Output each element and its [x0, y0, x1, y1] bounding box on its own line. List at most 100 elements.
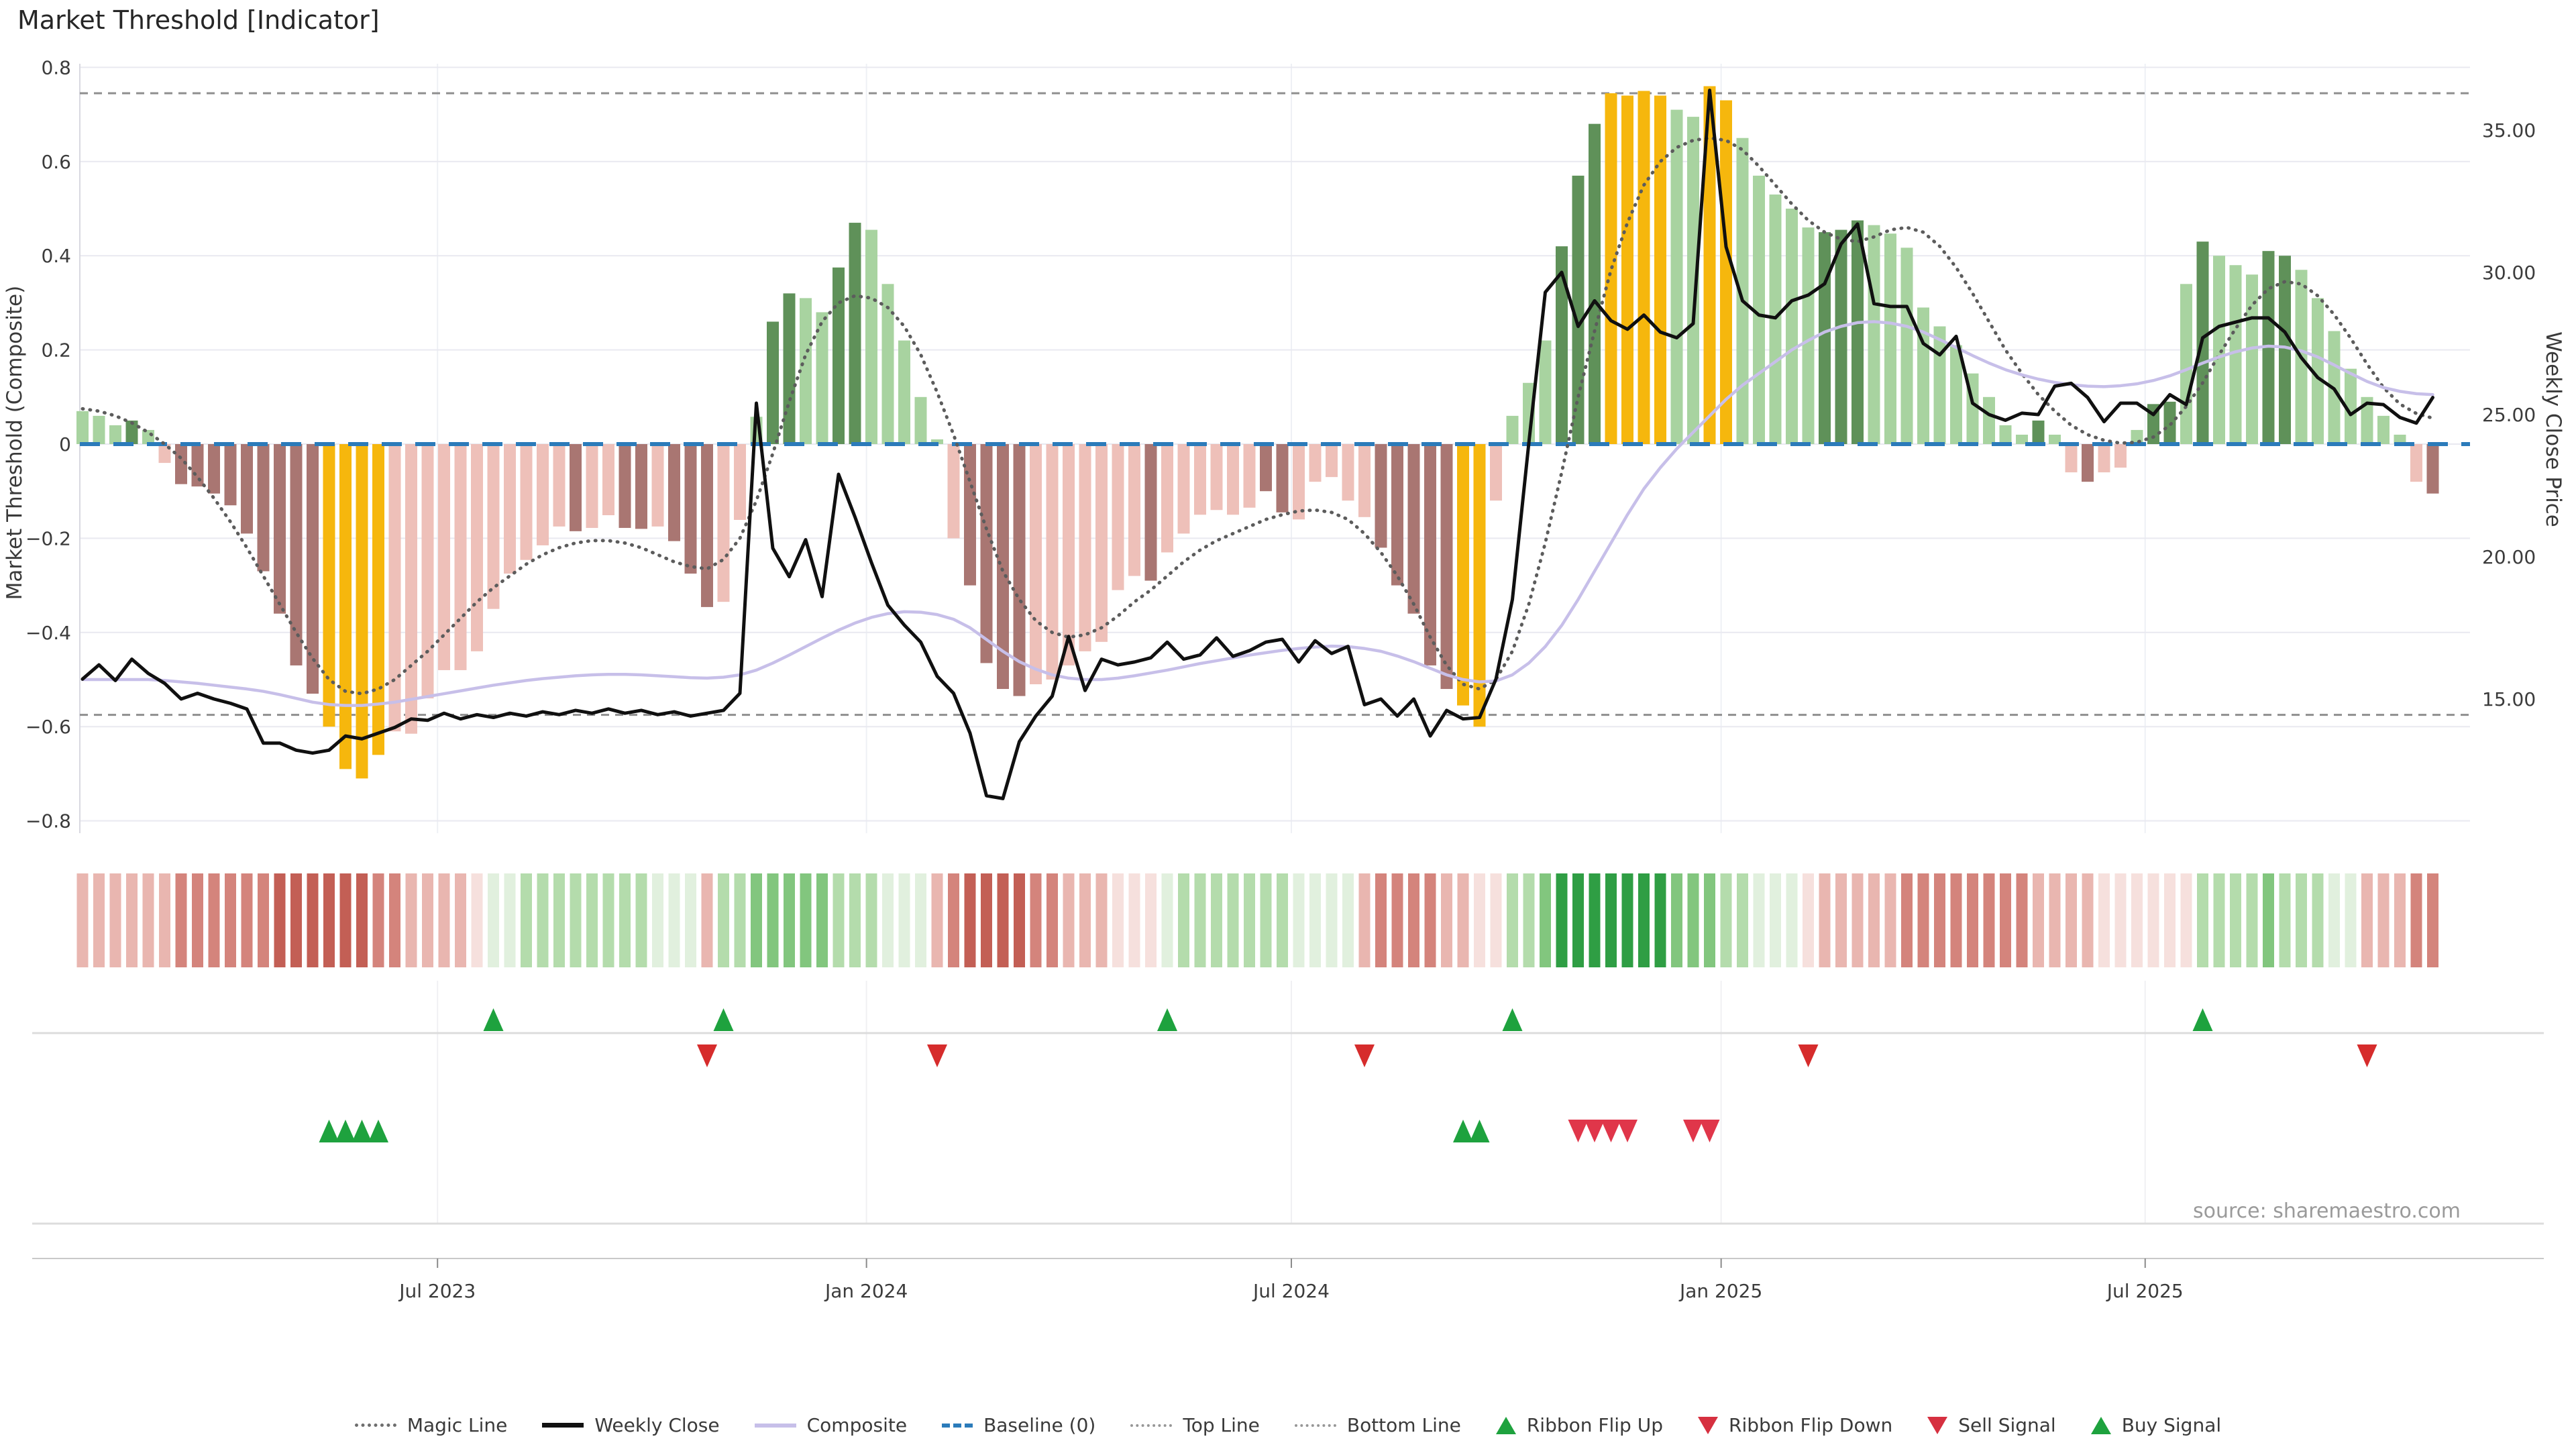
bar-week-48: [865, 229, 877, 444]
ribbon-week-61: [1079, 873, 1091, 967]
ribbon-week-49: [882, 873, 894, 967]
bar-week-28: [537, 444, 549, 545]
ribbon-flip-down-marker: [2357, 1044, 2377, 1067]
bar-week-46: [833, 267, 845, 444]
ribbon-week-121: [2065, 873, 2077, 967]
sell-signal-marker: [1601, 1120, 1621, 1142]
bar-week-100: [1720, 100, 1732, 445]
ribbon-week-104: [1786, 873, 1798, 967]
bar-week-50: [898, 340, 910, 444]
bar-week-94: [1621, 95, 1633, 444]
triangle-down-icon: [1698, 1416, 1718, 1434]
left-tick-label: −0.6: [25, 716, 71, 738]
legend-item-ribbon-flip-up: Ribbon Flip Up: [1495, 1414, 1663, 1436]
bar-week-92: [1589, 123, 1601, 444]
bar-week-65: [1144, 444, 1157, 581]
ribbon-week-22: [438, 873, 450, 967]
ribbon-week-113: [1934, 873, 1945, 967]
ribbon-week-40: [734, 873, 746, 967]
axis-ticks: 0.8 0.6 0.4 0.2 0 −0.2 −0.4 −0.6 −0.8 35.00 30.00 2…: [25, 56, 2536, 1302]
bar-week-20: [405, 444, 417, 734]
legend-item-weekly-close: Weekly Close: [542, 1414, 720, 1436]
source-attribution: source: sharemaestro.com: [2193, 1199, 2461, 1223]
bar-week-13: [290, 444, 303, 665]
legend-item-ribbon-flip-down: Ribbon Flip Down: [1698, 1414, 1892, 1436]
ribbon-week-73: [1277, 873, 1288, 967]
triangle-down-icon: [1927, 1416, 1948, 1434]
ribbon-week-137: [2328, 873, 2340, 967]
ribbon-week-45: [816, 873, 828, 967]
bar-week-34: [635, 444, 647, 529]
ribbon-week-130: [2213, 873, 2225, 967]
bar-week-116: [1983, 396, 1995, 444]
bar-week-113: [1933, 326, 1946, 444]
bar-week-130: [2213, 256, 2225, 444]
bar-week-142: [2410, 444, 2422, 482]
ribbon-week-107: [1835, 873, 1847, 967]
triangle-up-icon: [1495, 1416, 1516, 1434]
bar-week-0: [76, 411, 89, 444]
ribbon-week-33: [619, 873, 631, 967]
ribbon-flip-up-marker: [483, 1008, 504, 1031]
ribbon-week-18: [372, 873, 384, 967]
legend-label: Composite: [806, 1414, 908, 1436]
ribbon-week-12: [274, 873, 286, 967]
bar-week-70: [1227, 444, 1239, 515]
bar-week-69: [1210, 444, 1223, 511]
left-tick-label: −0.2: [25, 527, 71, 549]
triangle-up-icon: [2090, 1416, 2111, 1434]
bar-week-74: [1293, 444, 1305, 520]
ribbon-week-57: [1014, 873, 1025, 967]
ribbon-week-108: [1851, 873, 1864, 967]
bar-week-108: [1851, 220, 1864, 444]
x-tick-label: Jul 2023: [398, 1280, 476, 1302]
bar-week-104: [1786, 209, 1798, 444]
ribbon-week-94: [1621, 873, 1633, 967]
sell-signal-marker: [1683, 1120, 1703, 1142]
ribbon-week-39: [718, 873, 729, 967]
ribbon-week-20: [405, 873, 417, 967]
right-tick-label: 30.00: [2482, 262, 2536, 284]
ribbon-week-55: [981, 873, 992, 967]
ribbon-week-53: [948, 873, 959, 967]
left-tick-label: 0.8: [41, 56, 71, 78]
ribbon-week-29: [553, 873, 565, 967]
ribbon-week-115: [1967, 873, 1978, 967]
ribbon-week-117: [2000, 873, 2011, 967]
bar-week-14: [307, 444, 319, 694]
ribbon-week-3: [126, 873, 138, 967]
bar-week-7: [191, 444, 204, 487]
ribbon-week-79: [1375, 873, 1387, 967]
chart-legend: Magic Line Weekly Close Composite Baseline …: [0, 1414, 2576, 1436]
bar-week-4: [142, 429, 154, 444]
bar-week-107: [1835, 229, 1847, 444]
bar-week-68: [1194, 444, 1206, 515]
bar-week-23: [454, 444, 467, 670]
ribbon-week-125: [2131, 873, 2143, 967]
bar-week-16: [339, 444, 352, 769]
ribbon-week-13: [290, 873, 302, 967]
sell-signal-marker: [1585, 1120, 1605, 1142]
bar-week-29: [553, 444, 566, 527]
bar-week-55: [980, 444, 993, 663]
ribbon-week-72: [1260, 873, 1272, 967]
ribbon-week-2: [109, 873, 121, 967]
ribbon-week-17: [356, 873, 368, 967]
bar-week-143: [2426, 444, 2439, 494]
x-tick-label: Jan 2025: [1678, 1280, 1762, 1302]
legend-item-magic-line: Magic Line: [354, 1414, 507, 1436]
bar-week-119: [2032, 420, 2045, 444]
ribbon-week-109: [1868, 873, 1880, 967]
ribbon-flip-up-marker: [1502, 1008, 1523, 1031]
right-tick-label: 15.00: [2482, 688, 2536, 710]
ribbon-week-119: [2033, 873, 2044, 967]
ribbon-week-90: [1556, 873, 1568, 967]
line-swatch-icon: [542, 1423, 584, 1428]
ribbon-week-102: [1753, 873, 1765, 967]
ribbon-week-47: [849, 873, 861, 967]
ribbon-week-10: [241, 873, 253, 967]
ribbon-week-126: [2147, 873, 2159, 967]
bar-week-96: [1654, 95, 1666, 444]
ribbon-week-60: [1063, 873, 1075, 967]
ribbon-week-42: [767, 873, 779, 967]
